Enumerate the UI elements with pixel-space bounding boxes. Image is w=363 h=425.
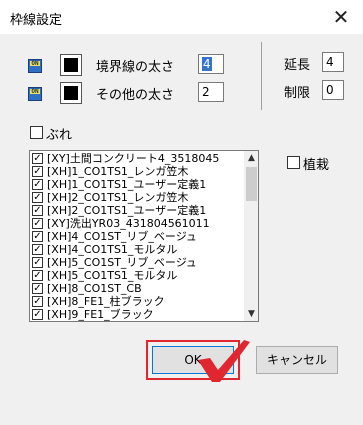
list-item[interactable]: ✓ [XY]洗出YR03_431804561011 (30, 217, 244, 231)
other-width-input[interactable]: 2 (198, 82, 224, 102)
list-item-label: [XH]8_CO1ST_CB (47, 282, 142, 295)
list-item-label: [XH]2_CO1TS1_レンガ笠木 (47, 191, 189, 204)
on-toggle-icon-other[interactable]: ON (28, 87, 42, 101)
list-item-checkbox[interactable]: ✓ (32, 218, 43, 229)
list-item-label: [XH]5_CO1TS1_モルタル (47, 269, 178, 282)
list-item[interactable]: ✓ [XH]5_CO1ST_リブ_ベージュ (30, 256, 244, 270)
layer-list[interactable]: ✓ [XY]土間コンクリート4_3518045 ✓ [XH]1_CO1TS1_レンガ笠… (29, 150, 259, 322)
list-item-label: [XH]8_FE1_柱ブラック (47, 295, 165, 308)
scroll-down-icon[interactable]: ▼ (244, 307, 258, 321)
list-item-label: [XH]1_CO1TS1_ユーザー定義1 (47, 178, 207, 191)
list-item-checkbox[interactable]: ✓ (32, 205, 43, 216)
list-item-checkbox[interactable]: ✓ (32, 231, 43, 242)
list-item-checkbox[interactable]: ✓ (32, 166, 43, 177)
border-color-swatch[interactable] (60, 54, 82, 76)
list-item-label: [XY]洗出YR03_431804561011 (47, 217, 210, 230)
list-item[interactable]: ✓ [XH]1_CO1TS1_ユーザー定義1 (30, 178, 244, 192)
window-title: 枠線設定 (10, 13, 63, 28)
list-item-label: [XH]4_CO1TS1_モルタル (47, 243, 178, 256)
list-item-checkbox[interactable]: ✓ (32, 179, 43, 190)
blur-checkbox[interactable] (30, 126, 43, 139)
limit-input[interactable]: 0 (322, 80, 344, 100)
close-icon[interactable]: ✕ (326, 4, 356, 30)
list-item-label: [XH]1_CO1TS1_レンガ笠木 (47, 165, 189, 178)
plant-checkbox[interactable] (287, 156, 300, 169)
list-item-checkbox[interactable]: ✓ (32, 192, 43, 203)
other-width-label: その他の太さ (96, 88, 175, 103)
border-width-input[interactable]: 4 (198, 54, 224, 74)
list-item-checkbox[interactable]: ✓ (32, 283, 43, 294)
list-item[interactable]: ✓ [XH]4_CO1TS1_モルタル (30, 243, 244, 257)
list-item-checkbox[interactable]: ✓ (32, 257, 43, 268)
blur-label: ぶれ (46, 128, 73, 143)
list-item-label: [XY]土間コンクリート4_3518045 (47, 152, 220, 165)
list-item-checkbox[interactable]: ✓ (32, 296, 43, 307)
list-item[interactable]: ✓ [XH]2_CO1TS1_ユーザー定義1 (30, 204, 244, 218)
extend-label: 延長 (284, 58, 311, 73)
cancel-button[interactable]: キャンセル (256, 346, 338, 374)
list-item[interactable]: ✓ [XH]8_CO1ST_CB (30, 282, 244, 296)
list-scrollbar[interactable]: ▲ ▼ (244, 151, 258, 321)
list-item-checkbox[interactable]: ✓ (32, 270, 43, 281)
list-item-checkbox[interactable]: ✓ (32, 153, 43, 164)
vertical-divider (261, 42, 262, 110)
list-item[interactable]: ✓ [XY]土間コンクリート4_3518045 (30, 152, 244, 166)
list-item-label: [XH]5_CO1ST_リブ_ベージュ (47, 256, 197, 269)
list-item-checkbox[interactable]: ✓ (32, 309, 43, 320)
scroll-up-icon[interactable]: ▲ (244, 151, 258, 165)
other-color-swatch[interactable] (60, 82, 82, 104)
title-bar: 枠線設定 ✕ (0, 0, 363, 34)
border-width-label: 境界線の太さ (96, 60, 175, 75)
list-item-label: [XH]9_FE1_ブラック (47, 308, 154, 321)
limit-label: 制限 (284, 86, 311, 101)
list-item[interactable]: ✓ [XH]2_CO1TS1_レンガ笠木 (30, 191, 244, 205)
list-item[interactable]: ✓ [XH]9_FE1_ブラック (30, 308, 244, 321)
scroll-thumb[interactable] (246, 167, 257, 201)
list-item[interactable]: ✓ [XH]4_CO1ST_リブ_ベージュ (30, 230, 244, 244)
list-item-label: [XH]2_CO1TS1_ユーザー定義1 (47, 204, 207, 217)
extend-input[interactable]: 4 (322, 52, 344, 72)
list-item[interactable]: ✓ [XH]8_FE1_柱ブラック (30, 295, 244, 309)
list-item[interactable]: ✓ [XH]5_CO1TS1_モルタル (30, 269, 244, 283)
ok-highlight-box (146, 340, 240, 380)
list-item-label: [XH]4_CO1ST_リブ_ベージュ (47, 230, 197, 243)
list-item[interactable]: ✓ [XH]1_CO1TS1_レンガ笠木 (30, 165, 244, 179)
list-item-checkbox[interactable]: ✓ (32, 244, 43, 255)
on-toggle-icon-border[interactable]: ON (28, 59, 42, 73)
plant-label: 植栽 (303, 158, 330, 173)
